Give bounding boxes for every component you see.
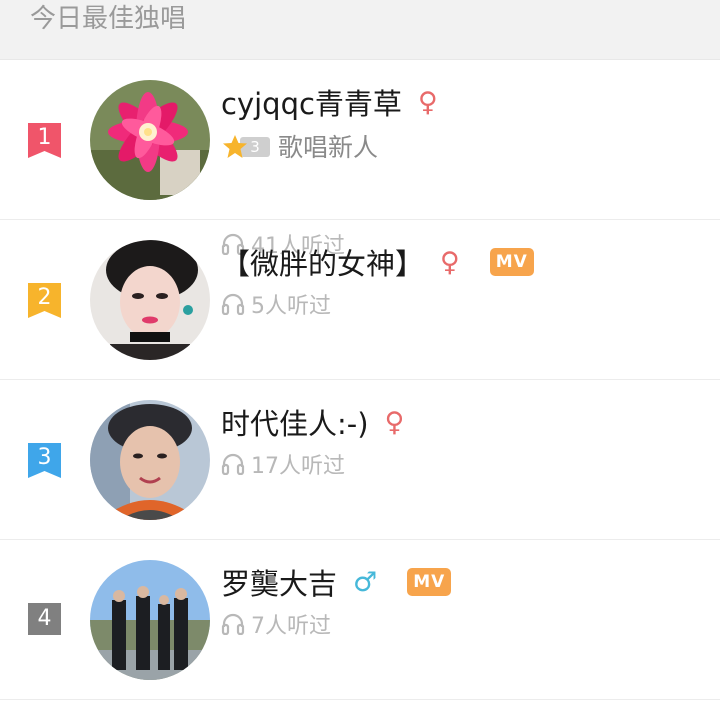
singer-name[interactable]: 【微胖的女神】 — [221, 241, 424, 283]
rank-badge: 3 — [28, 443, 61, 478]
mv-badge[interactable]: MV — [489, 248, 534, 276]
list-item[interactable]: 3 时代佳人:-) ♀ 17人听过 — [0, 380, 720, 540]
level-title: 歌唱新人 — [278, 133, 379, 162]
name-line: 【微胖的女神】 ♀ MV — [221, 242, 534, 282]
avatar[interactable] — [90, 400, 210, 520]
listen-count-text: 5人听过 — [251, 294, 331, 319]
avatar[interactable] — [90, 80, 210, 200]
listen-count-text: 17人听过 — [251, 454, 345, 479]
level-badge: 3 — [222, 134, 270, 158]
rank-number: 1 — [37, 125, 52, 150]
name-line: cyjqqc青青草 ♀ — [221, 82, 438, 122]
rank-number: 2 — [37, 285, 52, 310]
listen-count: 5人听过 — [221, 288, 331, 320]
listen-count: 17人听过 — [221, 448, 345, 480]
singer-name[interactable]: cyjqqc青青草 — [221, 81, 402, 123]
headphones-icon — [221, 613, 245, 635]
list-item[interactable]: 2 【微胖的女神】 ♀ MV 5人听过 — [0, 220, 720, 380]
avatar[interactable] — [90, 560, 210, 680]
star-icon — [223, 135, 247, 158]
list-item[interactable]: 4 罗龑大吉 ♂ MV 7人听过 — [0, 540, 720, 700]
name-line: 时代佳人:-) ♀ — [221, 402, 404, 442]
mv-badge[interactable]: MV — [407, 568, 452, 596]
rank-badge: 4 — [28, 603, 61, 635]
section-header: 今日最佳独唱 — [0, 0, 720, 60]
name-line: 罗龑大吉 ♂ MV — [221, 561, 452, 603]
level-line: 3 歌唱新人 — [222, 128, 378, 164]
section-title: 今日最佳独唱 — [30, 4, 187, 34]
male-icon: ♂ — [353, 566, 378, 598]
listen-count: 7人听过 — [221, 608, 331, 640]
ranking-list: 1 cyjqqc青青草 ♀ 3 歌唱新人 41人听过 2 【微胖的女神】 ♀ M… — [0, 60, 720, 700]
rank-number: 3 — [37, 445, 52, 470]
listen-count-text: 7人听过 — [251, 614, 331, 639]
female-icon: ♀ — [384, 406, 405, 438]
rank-number: 4 — [37, 606, 52, 631]
rank-badge: 1 — [28, 123, 61, 158]
female-icon: ♀ — [417, 86, 438, 118]
avatar[interactable] — [90, 240, 210, 360]
singer-name[interactable]: 时代佳人:-) — [221, 401, 369, 443]
headphones-icon — [221, 453, 245, 475]
singer-name[interactable]: 罗龑大吉 — [221, 561, 337, 603]
female-icon: ♀ — [440, 246, 460, 278]
list-item[interactable]: 1 cyjqqc青青草 ♀ 3 歌唱新人 41人听过 — [0, 60, 720, 259]
rank-badge: 2 — [28, 283, 61, 318]
headphones-icon — [221, 293, 245, 315]
